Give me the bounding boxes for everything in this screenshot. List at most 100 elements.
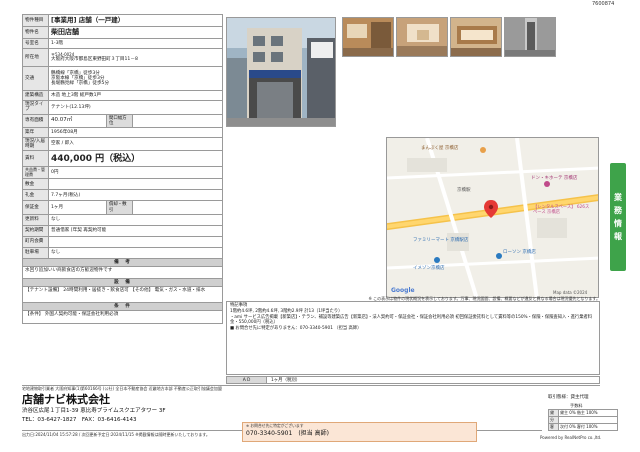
map-label-imazon: イメゾン京橋店: [413, 266, 445, 271]
special-notes: 特記事項 1階約4.6坪, 2階約4.6坪, 3階約2.9坪 計13（1坪当たり…: [226, 301, 600, 375]
interior-illustration: [451, 18, 501, 56]
business-info-tab[interactable]: 業 務 情 報: [610, 163, 626, 271]
guarantee-value: 1ヶ月: [48, 200, 107, 215]
remarks-heading: 備 考: [21, 257, 224, 267]
interior-photo-1[interactable]: [342, 17, 394, 57]
interior-photo-3[interactable]: [450, 17, 502, 57]
structure-label: 建築構造: [22, 90, 49, 101]
area-value: 40.07㎡: [48, 113, 107, 128]
fee-value: 次付 0% 客付 100%: [558, 423, 618, 431]
special-notes-line: ■ お問合せ先に特定がありません：070-3340-5901 （担当 高師）: [230, 325, 362, 331]
powered-by: Powered by RealNetPro co.,ltd.: [540, 435, 602, 440]
location-map[interactable]: まんぷく屋 京橋店 京橋駅 ドン・キホーテ 京橋店 ファミリーマート 京橋駅店 …: [386, 137, 599, 298]
interior-illustration: [505, 18, 555, 56]
google-logo: Google: [391, 287, 415, 294]
area-label: 専有面積: [22, 113, 49, 128]
traffic-label: 交通: [22, 66, 49, 91]
frontage-value: [131, 113, 224, 128]
name-label: 物件名: [22, 26, 49, 39]
side-tab-char: 情: [614, 219, 622, 228]
amortization-label: 償却・敷引: [106, 200, 133, 215]
structure-value: 木造 地上3階 総戸数1戸: [47, 90, 224, 101]
property-name: 柴田店舗: [47, 26, 224, 39]
key-money-value: 7.7ヶ月(税込): [47, 189, 224, 202]
remarks-text: 水回り追加いい商飲食店の方歓迎物件です: [21, 265, 224, 279]
traffic-line: 長堀鶴見緑「京橋」徒歩5分: [51, 81, 110, 87]
common-label: 共益費・管理費: [22, 166, 49, 180]
parking-label: 駐車場: [22, 246, 49, 259]
company-address: 渋谷区広尾１丁目1-39 恵比寿プライムスクエアタワー 3F: [22, 408, 166, 414]
condition-label: 現況/入居時期: [22, 136, 49, 152]
company-phone: TEL：03-6427-1827 FAX：03-6416-4143: [22, 417, 137, 423]
fee-table: 貸 貸主 0% 借主 100% 分 客 次付 0% 客付 100%: [548, 409, 618, 431]
side-tab-char: 報: [614, 232, 622, 242]
room-value: 1-3階: [47, 38, 224, 49]
fee-key: 客: [548, 423, 559, 431]
side-tab-char: 務: [614, 205, 622, 215]
address-value: 大阪府大阪市都島区東野田町３丁目11－8: [51, 57, 138, 63]
map-label-donki: ドン・キホーテ 京橋店: [531, 176, 578, 181]
map-attribution: Map data ©2024: [553, 290, 588, 295]
output-date: 出力日:2024/11/04 15:57:28 / 次回更新予定日:2024/1…: [22, 432, 210, 437]
rent-label: 賃料: [22, 150, 49, 168]
contract-value: 普通借家 [年契 再契約可能: [47, 224, 224, 237]
condition-value: 空家 / 即入: [47, 136, 224, 152]
deposit-value: [47, 178, 224, 191]
facility-heading: 設 備: [21, 277, 224, 288]
frontage-label: 間口幅方位: [106, 113, 133, 128]
license-text: 宅地建物取引業者 大阪府知事(1)第60166号 (公社) 全日本不動産協会 近…: [22, 386, 222, 391]
fee-key: 貸: [548, 409, 559, 417]
company-name: 店舗ナビ株式会社: [22, 393, 110, 406]
interior-photo-2[interactable]: [396, 17, 448, 57]
ad-value: 1ヶ月（税別）: [271, 378, 301, 383]
ad-row: ＡＤ 1ヶ月（税別）: [226, 376, 600, 384]
type-label: 物件種目: [22, 14, 49, 27]
deposit-label: 敷金: [22, 178, 49, 191]
built-label: 築年: [22, 126, 49, 138]
contract-label: 契約期間: [22, 224, 49, 237]
renewal-value: なし: [47, 213, 224, 226]
document-id: 7600874: [592, 1, 615, 7]
map-label-lawson: ローソン 京橋店: [503, 250, 536, 255]
current-value: テナント(12.13坪): [47, 100, 224, 115]
contact-phone[interactable]: 070-3340-5901 (担当 高師): [246, 430, 329, 438]
guarantee-label: 保証金: [22, 200, 49, 215]
ad-label: ＡＤ: [227, 377, 267, 383]
rent-value: 440,000 円（税込）: [47, 150, 224, 168]
interior-photo-4[interactable]: [504, 17, 556, 57]
common-value: 0円: [47, 166, 224, 180]
map-illustration: [387, 138, 598, 297]
side-tab-char: 業: [614, 192, 622, 202]
property-table: 物件種目 [事業用] 店舗（一戸建） 物件名 柴田店舗 号室名 1-3階 所在地…: [21, 14, 224, 325]
special-notes-line: ・ami サービス広告掲載【新築店】・テラン、補設等建築広告【新築店】・法人契約…: [230, 314, 593, 325]
facility-text: 【テナント設備】 24時間利用・居抜き・飲食店可 【その他】 電気・ガス・水道・…: [21, 286, 224, 304]
town-fee-label: 町内会費: [22, 235, 49, 248]
map-label-restaurant: まんぷく屋 京橋店: [421, 146, 459, 151]
fee-value: 貸主 0% 借主 100%: [558, 409, 618, 417]
parking-value: なし: [47, 246, 224, 259]
map-label-rental-space: 【レンタルスペース】 626スペース 京橋店: [533, 205, 590, 215]
storefront-illustration: [227, 18, 335, 126]
transaction-type: 取引態様：貸主代理: [548, 395, 589, 400]
storefront-photo[interactable]: [226, 17, 336, 127]
renewal-label: 更新料: [22, 213, 49, 226]
amortization-value: [131, 200, 224, 215]
built-value: 1956年08月: [47, 126, 224, 138]
room-label: 号室名: [22, 38, 49, 49]
map-label-familymart: ファミリーマート 京橋駅店: [413, 238, 469, 243]
current-label: 現況タイプ: [22, 100, 49, 115]
town-fee-value: [47, 235, 224, 248]
interior-illustration: [343, 18, 393, 56]
interior-illustration: [397, 18, 447, 56]
key-money-label: 礼金: [22, 189, 49, 202]
fee-key: 分: [548, 416, 559, 424]
type-value: [事業用] 店舗（一戸建）: [47, 14, 224, 27]
address-label: 所在地: [22, 48, 49, 67]
conditions-heading: 条 件: [21, 302, 224, 312]
contact-note: ※ お問合せ先に特定がございます: [246, 423, 304, 428]
traffic-cell: 鶴橋線「京橋」徒歩3分 京阪本線「京橋」徒歩3分 長堀鶴見緑「京橋」徒歩5分: [47, 66, 224, 91]
map-label-station: 京橋駅: [457, 188, 471, 193]
conditions-text: 【条件】 外国人契約可能・保証会社利用必須: [21, 310, 224, 325]
address-cell: 〒534-0024 大阪府大阪市都島区東野田町３丁目11－8: [47, 48, 224, 67]
fee-value: [558, 416, 618, 424]
